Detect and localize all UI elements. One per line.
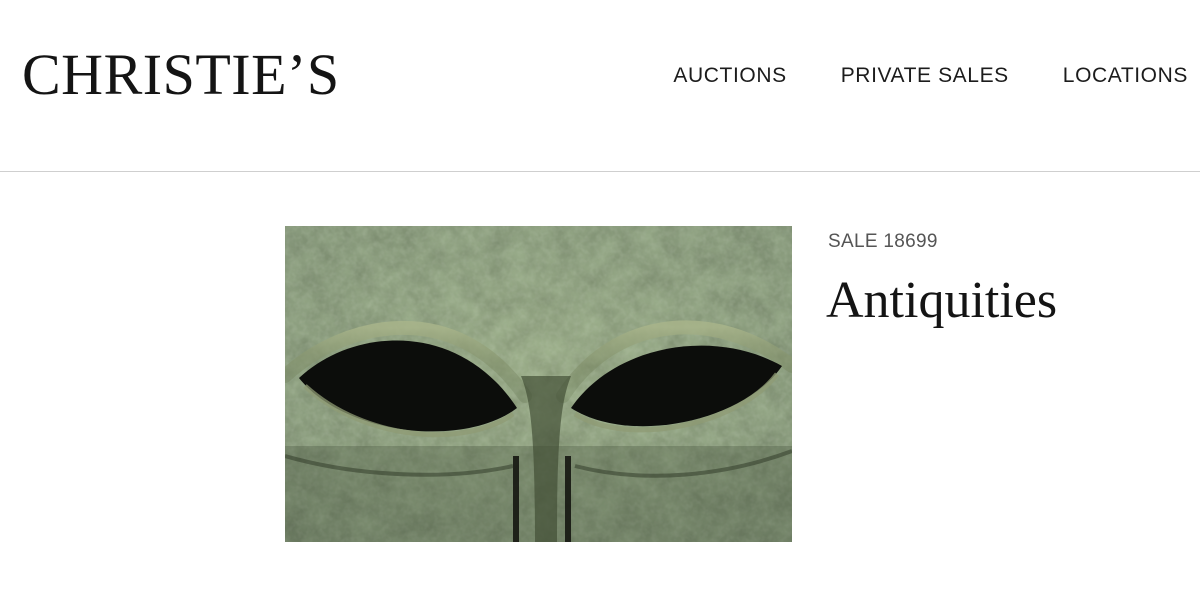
sale-title[interactable]: Antiquities: [826, 272, 1057, 329]
site-header: CHRISTIE’S AUCTIONS PRIVATE SALES LOCATI…: [0, 0, 1200, 172]
nav-item-private-sales[interactable]: PRIVATE SALES: [841, 64, 1009, 88]
main-nav: AUCTIONS PRIVATE SALES LOCATIONS: [673, 64, 1188, 88]
nav-item-locations[interactable]: LOCATIONS: [1063, 64, 1188, 88]
sale-number: SALE 18699: [828, 231, 938, 252]
site-logo[interactable]: CHRISTIE’S: [22, 46, 340, 104]
nav-item-auctions[interactable]: AUCTIONS: [673, 64, 786, 88]
sale-image[interactable]: [285, 226, 792, 542]
bronze-helmet-image: [285, 226, 792, 542]
